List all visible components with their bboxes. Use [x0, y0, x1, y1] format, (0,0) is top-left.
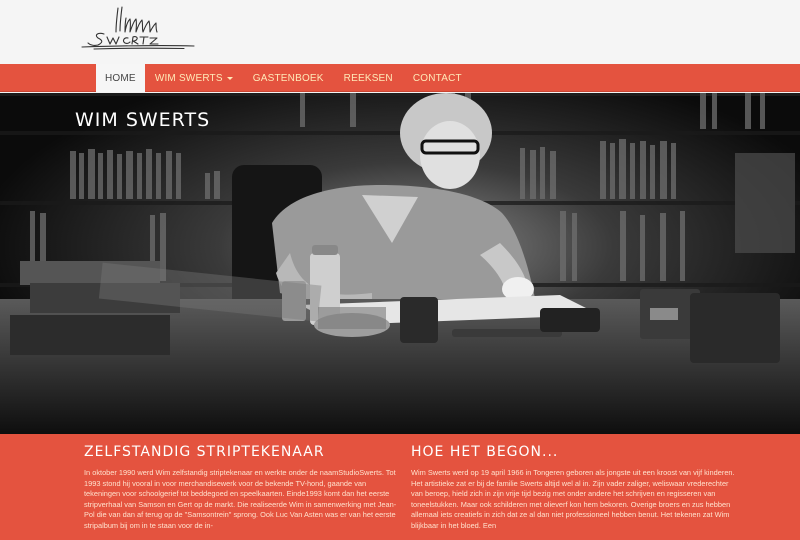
hero-banner: WIM SWERTS: [0, 93, 800, 434]
nav-item-wim-swerts[interactable]: WIM SWERTS: [145, 64, 243, 92]
hero-photo: [0, 93, 800, 434]
nav-item-label: WIM SWERTS: [154, 72, 223, 84]
content-column-right: HOE HET BEGON... Wim Swerts werd op 19 a…: [411, 444, 741, 532]
nav-item-label: HOME: [105, 72, 136, 84]
nav-item-label: GASTENBOEK: [252, 72, 324, 84]
section-heading: HOE HET BEGON...: [411, 444, 559, 460]
section-text: Wim Swerts werd op 19 april 1966 in Tong…: [411, 468, 735, 530]
signature-logo-icon: [81, 6, 195, 50]
nav-item-home[interactable]: HOME: [96, 64, 145, 92]
hero-title: WIM SWERTS: [75, 109, 211, 131]
nav-item-contact[interactable]: CONTACT: [403, 64, 472, 92]
content-column-left: ZELFSTANDIG STRIPTEKENAAR In oktober 199…: [84, 444, 404, 532]
main-navbar: HOME WIM SWERTS GASTENBOEK REEKSEN CONTA…: [0, 64, 800, 92]
nav-item-gastenboek[interactable]: GASTENBOEK: [243, 64, 334, 92]
site-logo[interactable]: [74, 4, 198, 52]
content-section: ZELFSTANDIG STRIPTEKENAAR In oktober 199…: [0, 434, 800, 540]
caret-down-icon: [226, 76, 233, 80]
nav-item-label: REEKSEN: [343, 72, 393, 84]
nav-item-label: CONTACT: [412, 72, 462, 84]
nav-item-reeksen[interactable]: REEKSEN: [334, 64, 403, 92]
site-header: [0, 0, 800, 64]
section-text: In oktober 1990 werd Wim zelfstandig str…: [84, 468, 397, 530]
nav-list: HOME WIM SWERTS GASTENBOEK REEKSEN CONTA…: [96, 64, 472, 92]
section-heading: ZELFSTANDIG STRIPTEKENAAR: [84, 444, 325, 460]
